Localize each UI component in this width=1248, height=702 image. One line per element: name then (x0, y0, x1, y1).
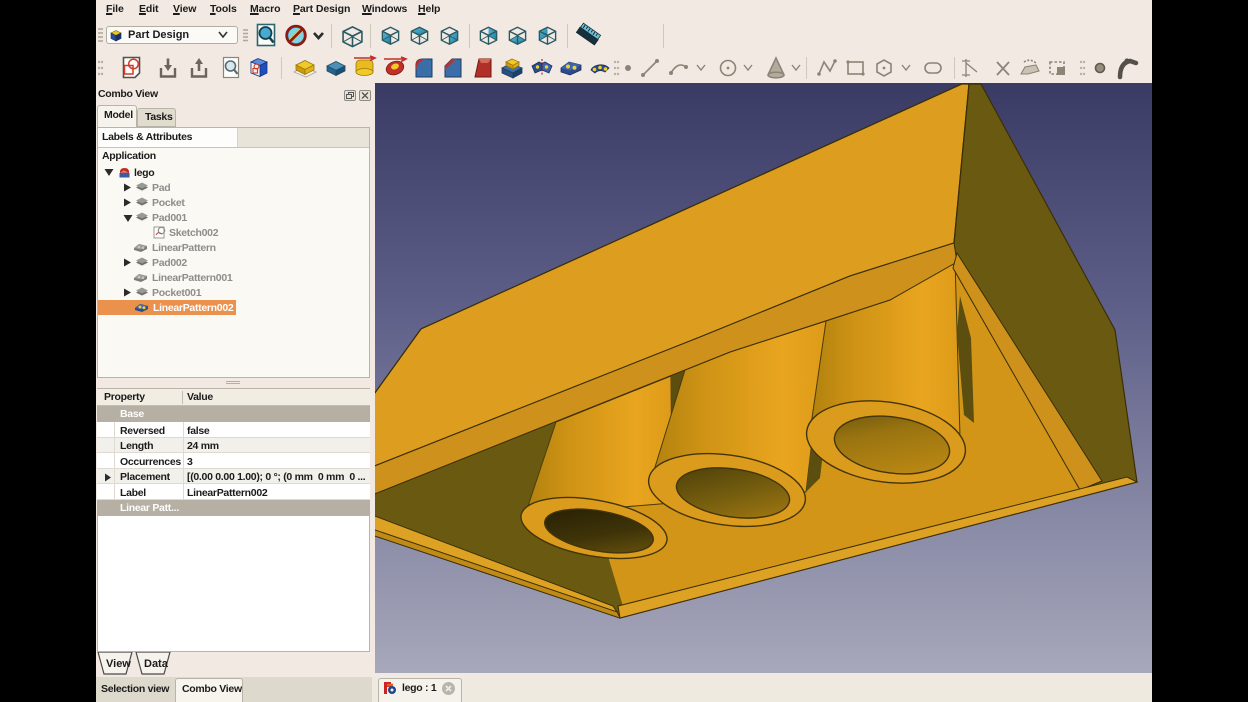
svg-text:View: View (106, 658, 131, 670)
svg-text:Data: Data (144, 658, 169, 670)
